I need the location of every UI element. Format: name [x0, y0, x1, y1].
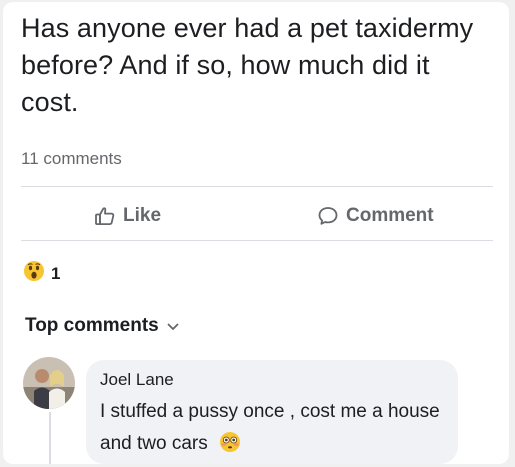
comment-bubble: Joel Lane I stuffed a pussy once , cost …: [86, 360, 458, 464]
comments-count-link[interactable]: 11 comments: [21, 149, 122, 169]
reaction-count: 1: [51, 263, 61, 283]
reaction-summary[interactable]: 1: [23, 260, 60, 287]
comment-text: I stuffed a pussy once , cost me a house…: [100, 396, 450, 464]
comment-author[interactable]: Joel Lane: [100, 370, 174, 390]
thread-line: [49, 412, 51, 464]
thumbs-up-icon: [93, 204, 117, 228]
divider-top: [21, 186, 493, 187]
avatar[interactable]: [23, 357, 75, 409]
comment-text-body: I stuffed a pussy once , cost me a house…: [100, 401, 440, 454]
top-comments-label: Top comments: [25, 315, 159, 336]
top-comments-dropdown[interactable]: Top comments: [25, 315, 179, 337]
speech-bubble-icon: [316, 204, 340, 228]
like-label: Like: [123, 205, 162, 226]
like-button[interactable]: Like: [93, 201, 161, 231]
wow-face-emoji-icon: [23, 260, 45, 287]
post-text: Has anyone ever had a pet taxidermy befo…: [21, 13, 474, 117]
comment-button[interactable]: Comment: [316, 201, 434, 231]
divider-bottom: [21, 240, 493, 241]
post-card: Has anyone ever had a pet taxidermy befo…: [3, 2, 509, 464]
chevron-down-icon: [167, 315, 179, 337]
comment-label: Comment: [346, 205, 434, 226]
flushed-face-emoji-icon: [219, 431, 241, 464]
